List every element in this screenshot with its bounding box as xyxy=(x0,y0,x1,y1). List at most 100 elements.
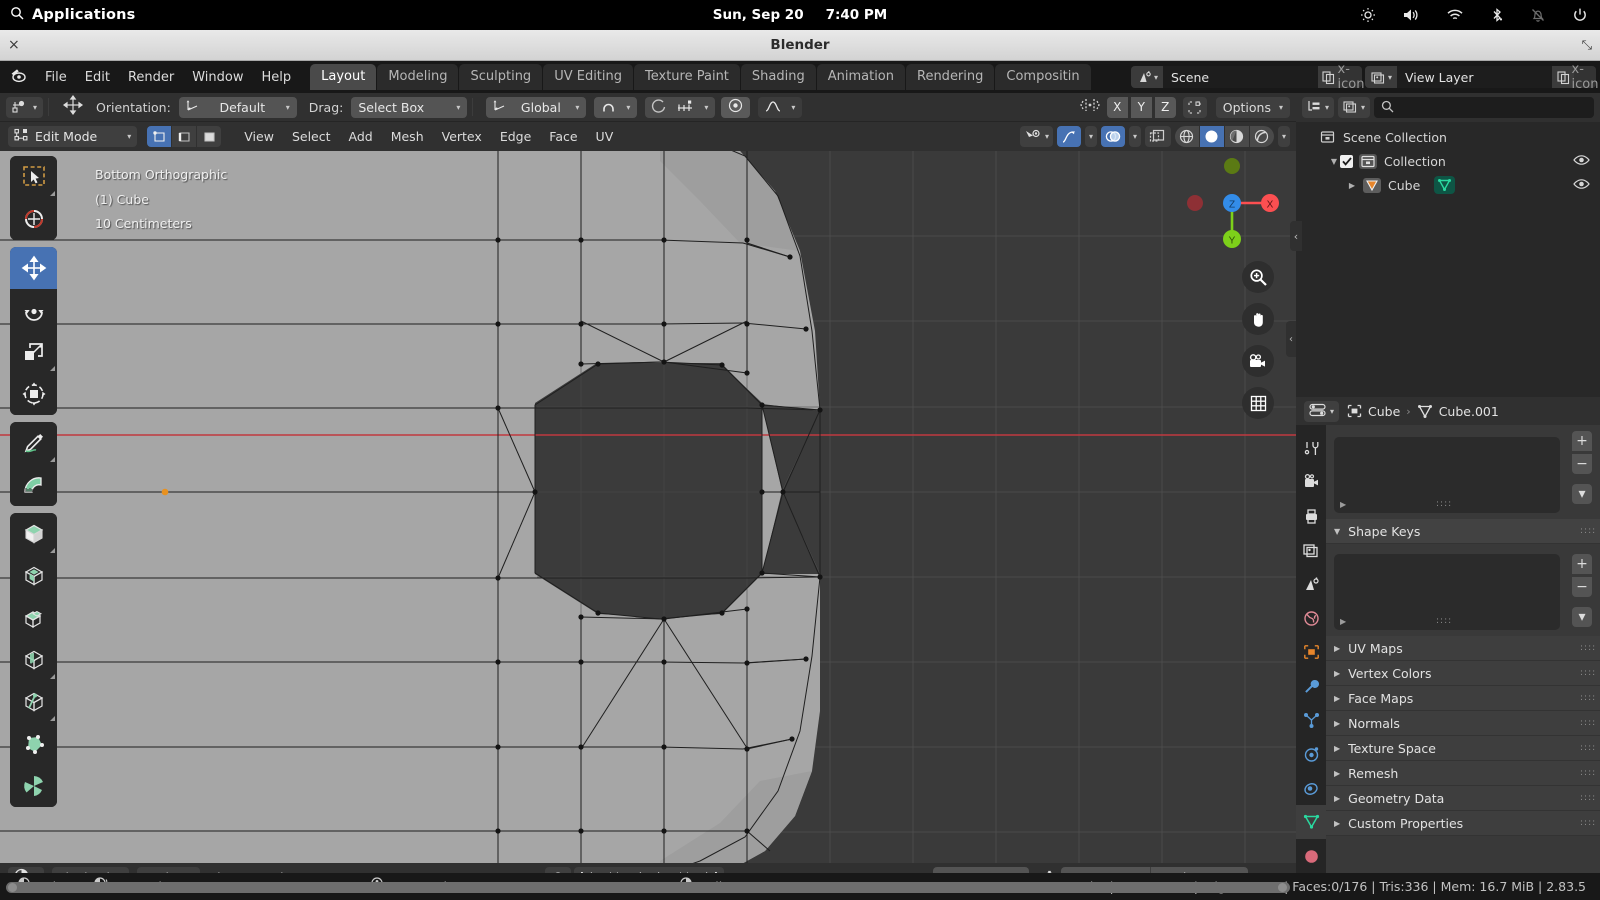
navigation-gizmo[interactable]: Z X Y xyxy=(1190,161,1274,245)
breadcrumb-object-label[interactable]: Cube xyxy=(1368,404,1400,419)
panel-header-shape-keys[interactable]: ▼ Shape Keys :::: xyxy=(1326,519,1600,544)
scene-name[interactable]: Scene xyxy=(1163,66,1318,88)
poly-build-tool[interactable] xyxy=(10,723,57,765)
outliner-row-collection[interactable]: ▼ Collection xyxy=(1296,149,1600,173)
shape-key-specials-button[interactable]: ▾ xyxy=(1572,607,1592,627)
list-grip-icon[interactable]: :::: xyxy=(1436,499,1452,509)
material-tab[interactable] xyxy=(1296,839,1326,873)
view-layer-name[interactable]: View Layer xyxy=(1397,66,1552,88)
camera-view-icon[interactable] xyxy=(1242,345,1274,377)
solid-icon[interactable] xyxy=(1200,126,1224,147)
disclosure-triangle-right-icon[interactable]: ▶ xyxy=(1334,794,1340,803)
panel-header-uv-maps[interactable]: ▶ UV Maps :::: xyxy=(1326,636,1600,661)
menu-edit[interactable]: Edit xyxy=(76,67,119,88)
scene-unlink-button[interactable]: x-icon xyxy=(1340,66,1362,88)
options-dropdown[interactable]: Options ▾ xyxy=(1216,97,1290,118)
window-maximize-button[interactable]: ⤡ xyxy=(1582,38,1592,53)
viewport-menu-edge[interactable]: Edge xyxy=(491,126,540,147)
add-cube-tool[interactable] xyxy=(10,513,57,555)
outliner-collapse-arrow[interactable]: ‹ xyxy=(1290,221,1302,251)
menu-render[interactable]: Render xyxy=(119,67,183,88)
outliner-editor-type-dropdown[interactable]: ▾ xyxy=(1302,97,1334,118)
proportional-falloff-dropdown[interactable]: ▾ xyxy=(758,97,802,118)
viewport-menu-mesh[interactable]: Mesh xyxy=(382,126,433,147)
outliner-search-input[interactable] xyxy=(1374,97,1594,118)
shading-options-dropdown[interactable]: ▾ xyxy=(1278,126,1290,147)
modifiers-tab[interactable] xyxy=(1296,669,1326,703)
sidebar-toggle-arrow[interactable]: ‹ xyxy=(1286,321,1296,357)
workspace-tab-sculpting[interactable]: Sculpting xyxy=(459,64,542,90)
knife-tool[interactable] xyxy=(10,681,57,723)
visibility-eye-icon[interactable] xyxy=(1573,154,1590,169)
properties-editor-type-dropdown[interactable]: ▾ xyxy=(1304,401,1339,422)
workspace-tab-compositing[interactable]: Compositin xyxy=(995,64,1090,90)
menu-window[interactable]: Window xyxy=(183,67,252,88)
os-clock[interactable]: Sun, Sep 20 7:40 PM xyxy=(713,7,887,23)
scene-icon[interactable]: ▾ xyxy=(1131,66,1163,88)
object-types-visibility-icon[interactable]: ▾ xyxy=(1020,126,1053,147)
snap-toggle[interactable]: ▾ xyxy=(594,97,637,118)
viewport-menu-uv[interactable]: UV xyxy=(587,126,623,147)
toggle-ortho-grid-icon[interactable] xyxy=(1242,387,1274,419)
inset-faces-tool[interactable] xyxy=(10,597,57,639)
mode-dropdown[interactable]: Edit Mode ▾ xyxy=(8,126,137,147)
viewport-menu-select[interactable]: Select xyxy=(283,126,340,147)
mesh-data-icon[interactable] xyxy=(1434,176,1455,194)
disclosure-triangle-right-icon[interactable]: ▶ xyxy=(1334,669,1340,678)
list-expand-triangle-icon[interactable]: ▶ xyxy=(1340,617,1346,626)
rendered-icon[interactable] xyxy=(1250,126,1274,147)
disclosure-triangle-down-icon[interactable]: ▼ xyxy=(1328,157,1340,166)
disclosure-triangle-right-icon[interactable]: ▶ xyxy=(1334,744,1340,753)
workspace-tab-rendering[interactable]: Rendering xyxy=(906,64,994,90)
viewport-menu-vertex[interactable]: Vertex xyxy=(433,126,491,147)
view-layer-tab[interactable] xyxy=(1296,533,1326,567)
zoom-icon[interactable] xyxy=(1242,261,1274,293)
proportional-editing-toggle[interactable] xyxy=(721,97,750,118)
snap-mode-group[interactable]: ▾ xyxy=(645,97,715,118)
gizmo-toggle[interactable] xyxy=(1057,126,1081,147)
world-tab[interactable] xyxy=(1296,601,1326,635)
extrude-region-tool[interactable] xyxy=(10,555,57,597)
vertex-select-icon[interactable] xyxy=(147,126,171,147)
scale-tool[interactable] xyxy=(10,331,57,373)
material-preview-icon[interactable] xyxy=(1225,126,1249,147)
face-select-icon[interactable] xyxy=(197,126,221,147)
outliner-filter-dropdown[interactable]: ▾ xyxy=(1338,97,1370,118)
list-grip-icon[interactable]: :::: xyxy=(1436,616,1452,626)
bluetooth-icon[interactable] xyxy=(1490,7,1504,23)
output-tab[interactable] xyxy=(1296,499,1326,533)
brightness-icon[interactable] xyxy=(1360,7,1376,23)
scene-selector[interactable]: ▾ Scene x-icon xyxy=(1131,66,1362,88)
collection-checkbox[interactable] xyxy=(1340,155,1353,168)
particles-tab[interactable] xyxy=(1296,703,1326,737)
mirror-axis-z[interactable]: Z xyxy=(1155,97,1176,118)
edge-select-icon[interactable] xyxy=(172,126,196,147)
disclosure-triangle-right-icon[interactable]: ▶ xyxy=(1334,644,1340,653)
add-button[interactable]: + xyxy=(1572,431,1592,451)
outliner-row-scene-collection[interactable]: Scene Collection xyxy=(1296,125,1600,149)
disclosure-triangle-right-icon[interactable]: ▶ xyxy=(1346,181,1358,190)
mirror-icon[interactable] xyxy=(1080,96,1100,118)
viewport-menu-face[interactable]: Face xyxy=(540,126,586,147)
overlays-toggle[interactable] xyxy=(1101,126,1125,147)
orientation-dropdown[interactable]: Default ▾ xyxy=(179,97,297,118)
volume-icon[interactable] xyxy=(1402,7,1420,23)
panel-header-face-maps[interactable]: ▶ Face Maps :::: xyxy=(1326,686,1600,711)
tweak-select-box-tool[interactable] xyxy=(10,156,57,198)
breadcrumb-mesh-label[interactable]: Cube.001 xyxy=(1439,404,1499,419)
disclosure-triangle-right-icon[interactable]: ▶ xyxy=(1334,694,1340,703)
overlays-options-dropdown[interactable]: ▾ xyxy=(1129,126,1141,147)
applications-menu[interactable]: Applications xyxy=(10,6,136,24)
blender-logo-icon[interactable] xyxy=(10,67,30,87)
visibility-eye-icon[interactable] xyxy=(1573,178,1590,193)
move-tool[interactable] xyxy=(10,247,57,289)
shape-key-add-button[interactable]: + xyxy=(1572,554,1592,574)
view-layer-selector[interactable]: ▾ View Layer x-icon xyxy=(1365,66,1596,88)
menu-help[interactable]: Help xyxy=(253,67,301,88)
specials-menu-button[interactable]: ▾ xyxy=(1572,484,1592,504)
spin-tool[interactable] xyxy=(10,765,57,807)
pan-hand-icon[interactable] xyxy=(1242,303,1274,335)
tool-tab[interactable] xyxy=(1296,431,1326,465)
shape-key-remove-button[interactable]: − xyxy=(1572,577,1592,597)
workspace-tab-layout[interactable]: Layout xyxy=(310,64,376,90)
